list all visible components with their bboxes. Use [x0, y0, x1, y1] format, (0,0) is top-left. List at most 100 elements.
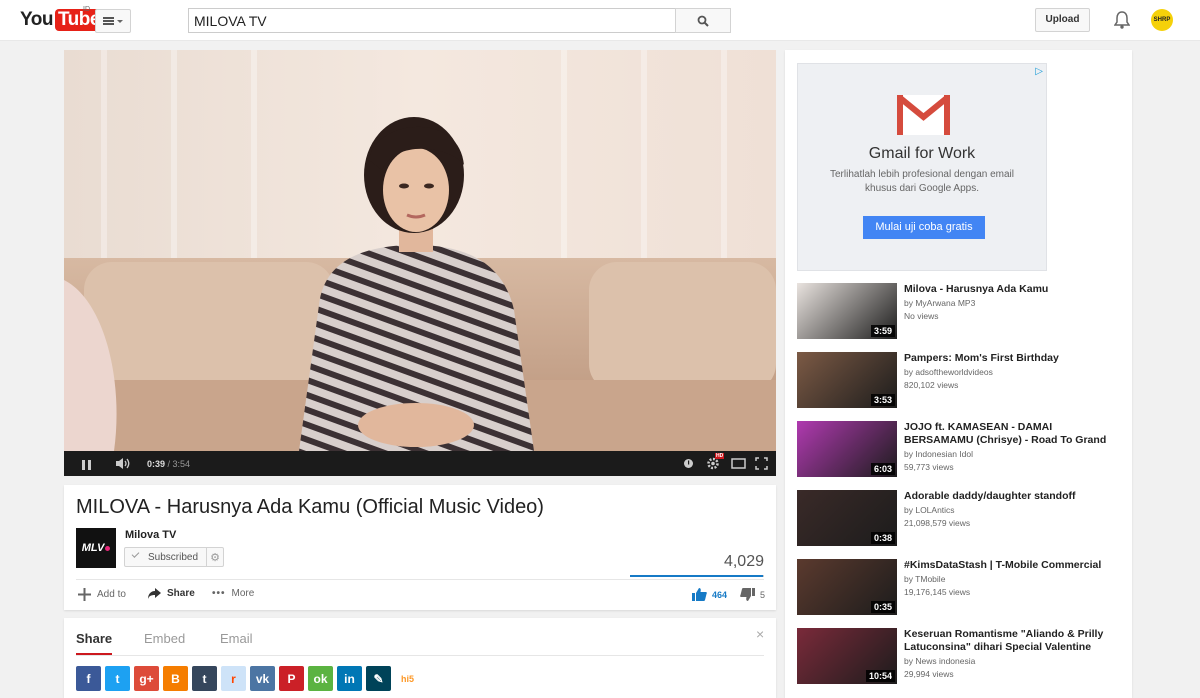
more-button[interactable]: ••• More [212, 588, 254, 599]
tab-share[interactable]: Share [76, 631, 113, 655]
dislike-button[interactable]: 5 [740, 588, 765, 601]
account-avatar[interactable]: SHRP [1151, 9, 1173, 31]
livejournal-share-icon[interactable]: ✎ [366, 666, 391, 691]
related-video-title[interactable]: JOJO ft. KAMASEAN - DAMAI BERSAMAMU (Chr… [904, 421, 1119, 447]
upload-button[interactable]: Upload [1035, 8, 1090, 32]
youtube-logo[interactable]: You Tube ID [20, 6, 103, 31]
fullscreen-icon[interactable] [755, 457, 768, 470]
duration: 3:54 [172, 459, 191, 469]
channel-avatar[interactable]: MLV [76, 528, 116, 568]
channel-logo-text: MLV [81, 542, 105, 554]
twitter-share-icon[interactable]: t [105, 666, 130, 691]
search-input[interactable] [188, 8, 676, 33]
related-video-thumbnail[interactable]: 3:59 [797, 283, 897, 339]
related-video-channel: by MyArwana MP3 [904, 298, 976, 308]
related-video-title[interactable]: Milova - Harusnya Ada Kamu [904, 283, 1119, 296]
country-code: ID [83, 6, 90, 13]
duration-badge: 0:38 [870, 532, 895, 544]
close-icon[interactable]: × [756, 626, 764, 642]
plus-icon [78, 588, 91, 601]
related-video-channel: by LOLAntics [904, 505, 955, 515]
guide-menu-button[interactable] [95, 9, 131, 33]
add-to-button[interactable]: Add to [78, 588, 126, 601]
dislike-count: 5 [760, 589, 766, 600]
gmail-ad[interactable]: ▷ Gmail for Work Terlihatlah lebih profe… [797, 63, 1047, 271]
related-video-item[interactable]: 10:54 Keseruan Romantisme "Aliando & Pril… [797, 628, 1127, 686]
gmail-logo-icon [897, 95, 950, 135]
channel-logo-dot [105, 545, 111, 551]
duration-badge: 3:59 [870, 325, 895, 337]
related-video-views: 29,994 views [904, 669, 954, 679]
video-player[interactable]: 0:39 / 3:54 HD [64, 50, 776, 476]
subscribed-label: Subscribed [148, 551, 199, 563]
ad-subtitle: Terlihatlah lebih profesional dengan ema… [829, 169, 1014, 194]
ad-title: Gmail for Work [868, 145, 976, 162]
related-video-item[interactable]: 0:35 #KimsDataStash | T-Mobile Commercial… [797, 559, 1127, 617]
tab-embed[interactable]: Embed [144, 631, 185, 646]
facebook-share-icon[interactable]: f [76, 666, 101, 691]
related-video-views: 820,102 views [904, 380, 959, 390]
ad-cta-button[interactable]: Mulai uji coba gratis [863, 216, 985, 239]
annotations-icon[interactable] [683, 458, 694, 469]
related-video-channel: by Indonesian Idol [904, 449, 973, 459]
related-video-channel: by adsoftheworldvideos [904, 367, 993, 377]
related-video-views: 59,773 views [904, 462, 954, 472]
search-icon [697, 15, 709, 27]
related-video-title[interactable]: Keseruan Romantisme "Aliando & Prilly La… [904, 628, 1119, 654]
pause-icon[interactable] [82, 460, 92, 470]
video-info-card: MILOVA - Harusnya Ada Kamu (Official Mus… [64, 485, 776, 610]
notifications-bell-icon[interactable] [1114, 11, 1130, 29]
logo-you-text: You [20, 9, 53, 30]
google-plus-share-icon[interactable]: g+ [134, 666, 159, 691]
related-video-thumbnail[interactable]: 6:03 [797, 421, 897, 477]
related-video-item[interactable]: 6:03 JOJO ft. KAMASEAN - DAMAI BERSAMAMU … [797, 421, 1127, 479]
like-button[interactable]: 464 [692, 588, 727, 601]
video-frame[interactable] [64, 50, 776, 451]
related-video-thumbnail[interactable]: 0:38 [797, 490, 897, 546]
caret-down-icon [117, 19, 123, 23]
share-panel: Share Embed Email × f t g+ Bt r vk Pok in ✎ hi5 [64, 618, 776, 698]
duration-badge: 6:03 [870, 463, 895, 475]
video-title: MILOVA - Harusnya Ada Kamu (Official Mus… [76, 496, 544, 518]
pinterest-share-icon[interactable]: P [279, 666, 304, 691]
check-icon [131, 550, 140, 558]
add-to-label: Add to [97, 589, 126, 600]
hi5-share-icon[interactable]: hi5 [395, 666, 420, 691]
tab-email[interactable]: Email [220, 631, 253, 646]
share-arrow-icon [148, 588, 161, 599]
related-video-item[interactable]: 0:38 Adorable daddy/daughter standoff by L… [797, 490, 1127, 548]
related-video-thumbnail[interactable]: 0:35 [797, 559, 897, 615]
tumblr-share-icon[interactable]: t [192, 666, 217, 691]
masthead: You Tube ID Upload SHRP [0, 0, 1200, 41]
time-display: 0:39 / 3:54 [147, 459, 191, 469]
vk-share-icon[interactable]: vk [250, 666, 275, 691]
subscription-settings-gear-icon[interactable]: ⚙ [206, 547, 223, 567]
related-video-title[interactable]: #KimsDataStash | T-Mobile Commercial [904, 559, 1119, 572]
blogger-share-icon[interactable]: B [163, 666, 188, 691]
related-video-item[interactable]: 3:59 Milova - Harusnya Ada Kamu by MyArwan… [797, 283, 1127, 341]
related-video-thumbnail[interactable]: 10:54 [797, 628, 897, 684]
divider [76, 655, 764, 656]
duration-badge: 10:54 [865, 670, 895, 682]
sidebar: ▷ Gmail for Work Terlihatlah lebih profe… [785, 50, 1132, 698]
theater-mode-icon[interactable] [731, 458, 746, 469]
current-time: 0:39 [147, 459, 166, 469]
hamburger-icon [103, 17, 114, 25]
thumbs-up-icon [692, 588, 707, 601]
related-video-item[interactable]: 3:53 Pampers: Mom's First Birthday by adso… [797, 352, 1127, 410]
volume-icon[interactable] [115, 457, 132, 470]
related-video-title[interactable]: Adorable daddy/daughter standoff [904, 490, 1119, 503]
like-count: 464 [712, 589, 728, 600]
linkedin-share-icon[interactable]: in [337, 666, 362, 691]
search-button[interactable] [675, 8, 731, 33]
ad-choices-icon[interactable]: ▷ [1035, 66, 1043, 77]
related-video-title[interactable]: Pampers: Mom's First Birthday [904, 352, 1119, 365]
reddit-share-icon[interactable]: r [221, 666, 246, 691]
share-button[interactable]: Share [148, 588, 195, 599]
view-count: 4,029 [723, 553, 764, 570]
related-video-thumbnail[interactable]: 3:53 [797, 352, 897, 408]
more-label: More [231, 588, 255, 599]
player-controls: 0:39 / 3:54 HD [64, 451, 776, 476]
odnoklassniki-share-icon[interactable]: ok [308, 666, 333, 691]
channel-name-link[interactable]: Milova TV [125, 529, 176, 541]
